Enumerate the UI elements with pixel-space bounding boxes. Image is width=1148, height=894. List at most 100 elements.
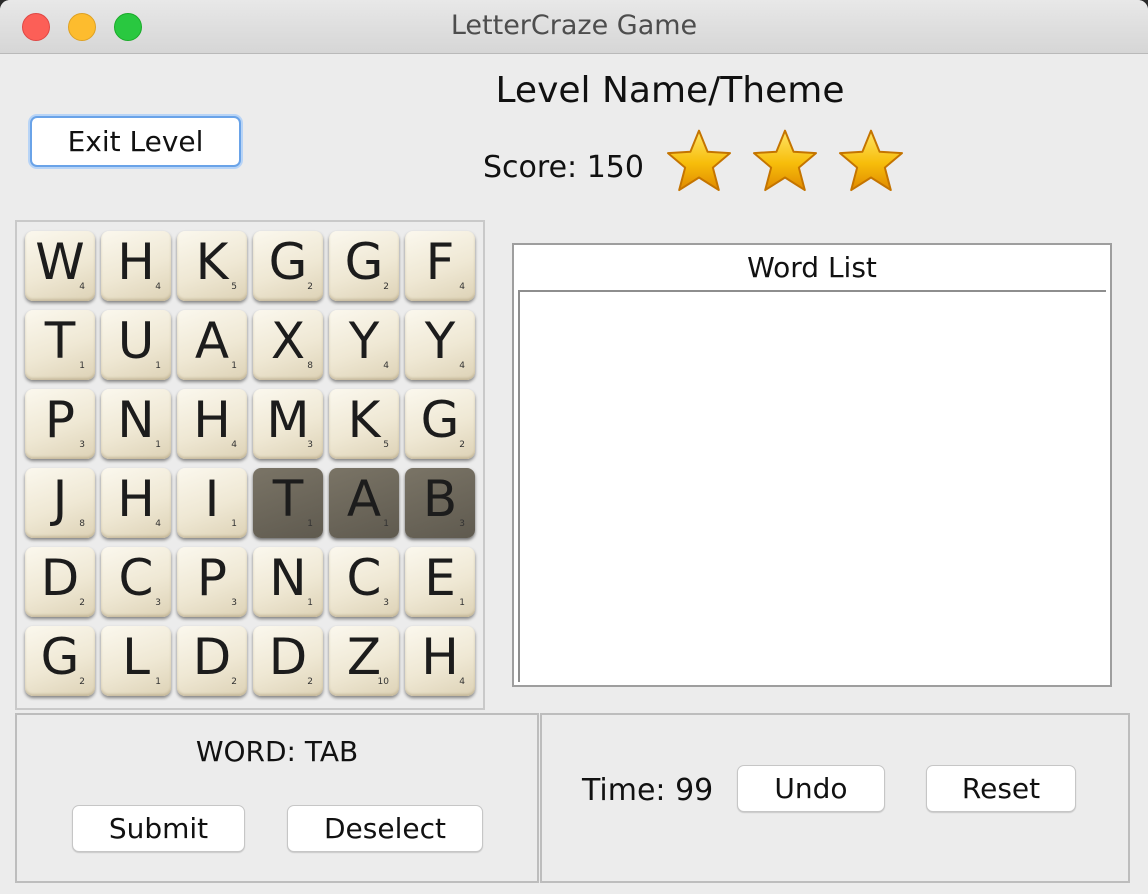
- tile-points: 4: [79, 282, 85, 292]
- tile-letter: Y: [424, 312, 456, 370]
- tile-points: 1: [231, 361, 237, 371]
- letter-tile[interactable]: Y4: [329, 310, 399, 380]
- letter-tile[interactable]: U1: [101, 310, 171, 380]
- tile-letter: Z: [346, 628, 382, 686]
- letter-tile[interactable]: G2: [253, 231, 323, 301]
- letter-tile[interactable]: L1: [101, 626, 171, 696]
- tile-letter: G: [344, 233, 384, 291]
- exit-level-button[interactable]: Exit Level: [30, 116, 241, 167]
- tile-points: 1: [79, 361, 85, 371]
- letter-tile[interactable]: K5: [329, 389, 399, 459]
- tile-letter: X: [270, 312, 306, 370]
- tile-letter: P: [44, 391, 76, 449]
- letter-tile[interactable]: Z 10: [329, 626, 399, 696]
- tile-letter: P: [196, 549, 228, 607]
- tile-points: 4: [155, 282, 161, 292]
- tile-letter: T: [44, 312, 76, 370]
- tile-points: 2: [459, 440, 465, 450]
- tile-points: 2: [231, 677, 237, 687]
- tile-letter: K: [347, 391, 381, 449]
- tile-letter: G: [268, 233, 308, 291]
- tile-points: 5: [231, 282, 237, 292]
- letter-tile[interactable]: X8: [253, 310, 323, 380]
- letter-tile[interactable]: I1: [177, 468, 247, 538]
- letter-tile[interactable]: F4: [405, 231, 475, 301]
- tile-points: 8: [307, 361, 313, 371]
- tile-points: 1: [383, 519, 389, 529]
- letter-tile[interactable]: G2: [329, 231, 399, 301]
- tile-points: 3: [307, 440, 313, 450]
- deselect-button[interactable]: Deselect: [287, 805, 483, 852]
- tile-letter: A: [194, 312, 230, 370]
- tile-points: 8: [79, 519, 85, 529]
- letter-tile[interactable]: N1: [253, 547, 323, 617]
- tile-letter: B: [422, 470, 458, 528]
- game-window: LetterCraze Game Level Name/Theme Exit L…: [0, 0, 1148, 894]
- tile-points: 3: [155, 598, 161, 608]
- letter-tile[interactable]: W4: [25, 231, 95, 301]
- reset-button[interactable]: Reset: [926, 765, 1076, 812]
- tile-letter: N: [117, 391, 155, 449]
- star-icon: [838, 129, 904, 192]
- tile-letter: Y: [348, 312, 380, 370]
- score-label: Score:: [483, 150, 578, 185]
- letter-tile[interactable]: G2: [405, 389, 475, 459]
- tile-letter: N: [269, 549, 307, 607]
- letter-tile[interactable]: C3: [101, 547, 171, 617]
- word-list[interactable]: [518, 290, 1106, 682]
- letter-tile[interactable]: G2: [25, 626, 95, 696]
- tile-points: 5: [383, 440, 389, 450]
- letter-tile[interactable]: N1: [101, 389, 171, 459]
- letter-tile[interactable]: H4: [101, 231, 171, 301]
- letter-tile[interactable]: J8: [25, 468, 95, 538]
- tile-letter: C: [118, 549, 154, 607]
- tile-points: 4: [383, 361, 389, 371]
- window-title: LetterCraze Game: [450, 10, 698, 41]
- letter-tile[interactable]: Y4: [405, 310, 475, 380]
- control-panel: Time: 99 Undo Reset: [540, 713, 1130, 883]
- letter-tile[interactable]: M3: [253, 389, 323, 459]
- letter-tile[interactable]: T1: [25, 310, 95, 380]
- tile-letter: H: [117, 233, 155, 291]
- letter-tile[interactable]: A1: [329, 468, 399, 538]
- letter-tile[interactable]: H4: [177, 389, 247, 459]
- star-icon: [752, 129, 818, 192]
- word-list-header: Word List: [747, 251, 877, 284]
- tile-letter: A: [346, 470, 382, 528]
- title-bar: LetterCraze Game: [0, 0, 1148, 54]
- letter-tile[interactable]: C3: [329, 547, 399, 617]
- tile-points: 1: [307, 519, 313, 529]
- word-list-panel: Word List: [512, 243, 1112, 687]
- tile-points: 2: [307, 282, 313, 292]
- tile-points: 4: [459, 361, 465, 371]
- tile-letter: G: [420, 391, 460, 449]
- letter-tile[interactable]: B3: [405, 468, 475, 538]
- tile-letter: H: [117, 470, 155, 528]
- letter-tile[interactable]: P3: [25, 389, 95, 459]
- star-icon: [666, 129, 732, 192]
- letter-tile[interactable]: D2: [253, 626, 323, 696]
- submit-button[interactable]: Submit: [72, 805, 245, 852]
- letter-tile[interactable]: D2: [177, 626, 247, 696]
- letter-tile[interactable]: H4: [101, 468, 171, 538]
- letter-tile[interactable]: A1: [177, 310, 247, 380]
- letter-tile[interactable]: P3: [177, 547, 247, 617]
- tile-letter: K: [195, 233, 229, 291]
- tile-points: 3: [383, 598, 389, 608]
- tile-letter: T: [272, 470, 304, 528]
- time-label: Time:: [582, 773, 666, 808]
- letter-tile[interactable]: T1: [253, 468, 323, 538]
- letter-tile[interactable]: H4: [405, 626, 475, 696]
- tile-points: 2: [307, 677, 313, 687]
- tile-letter: E: [424, 549, 456, 607]
- tile-letter: I: [204, 470, 220, 528]
- tile-points: 3: [79, 440, 85, 450]
- score-value: 150: [586, 150, 644, 185]
- tile-points: 4: [155, 519, 161, 529]
- letter-tile[interactable]: K5: [177, 231, 247, 301]
- letter-tile[interactable]: E1: [405, 547, 475, 617]
- tile-points: 1: [155, 677, 161, 687]
- letter-tile[interactable]: D2: [25, 547, 95, 617]
- undo-button[interactable]: Undo: [737, 765, 885, 812]
- tile-points: 10: [377, 677, 389, 687]
